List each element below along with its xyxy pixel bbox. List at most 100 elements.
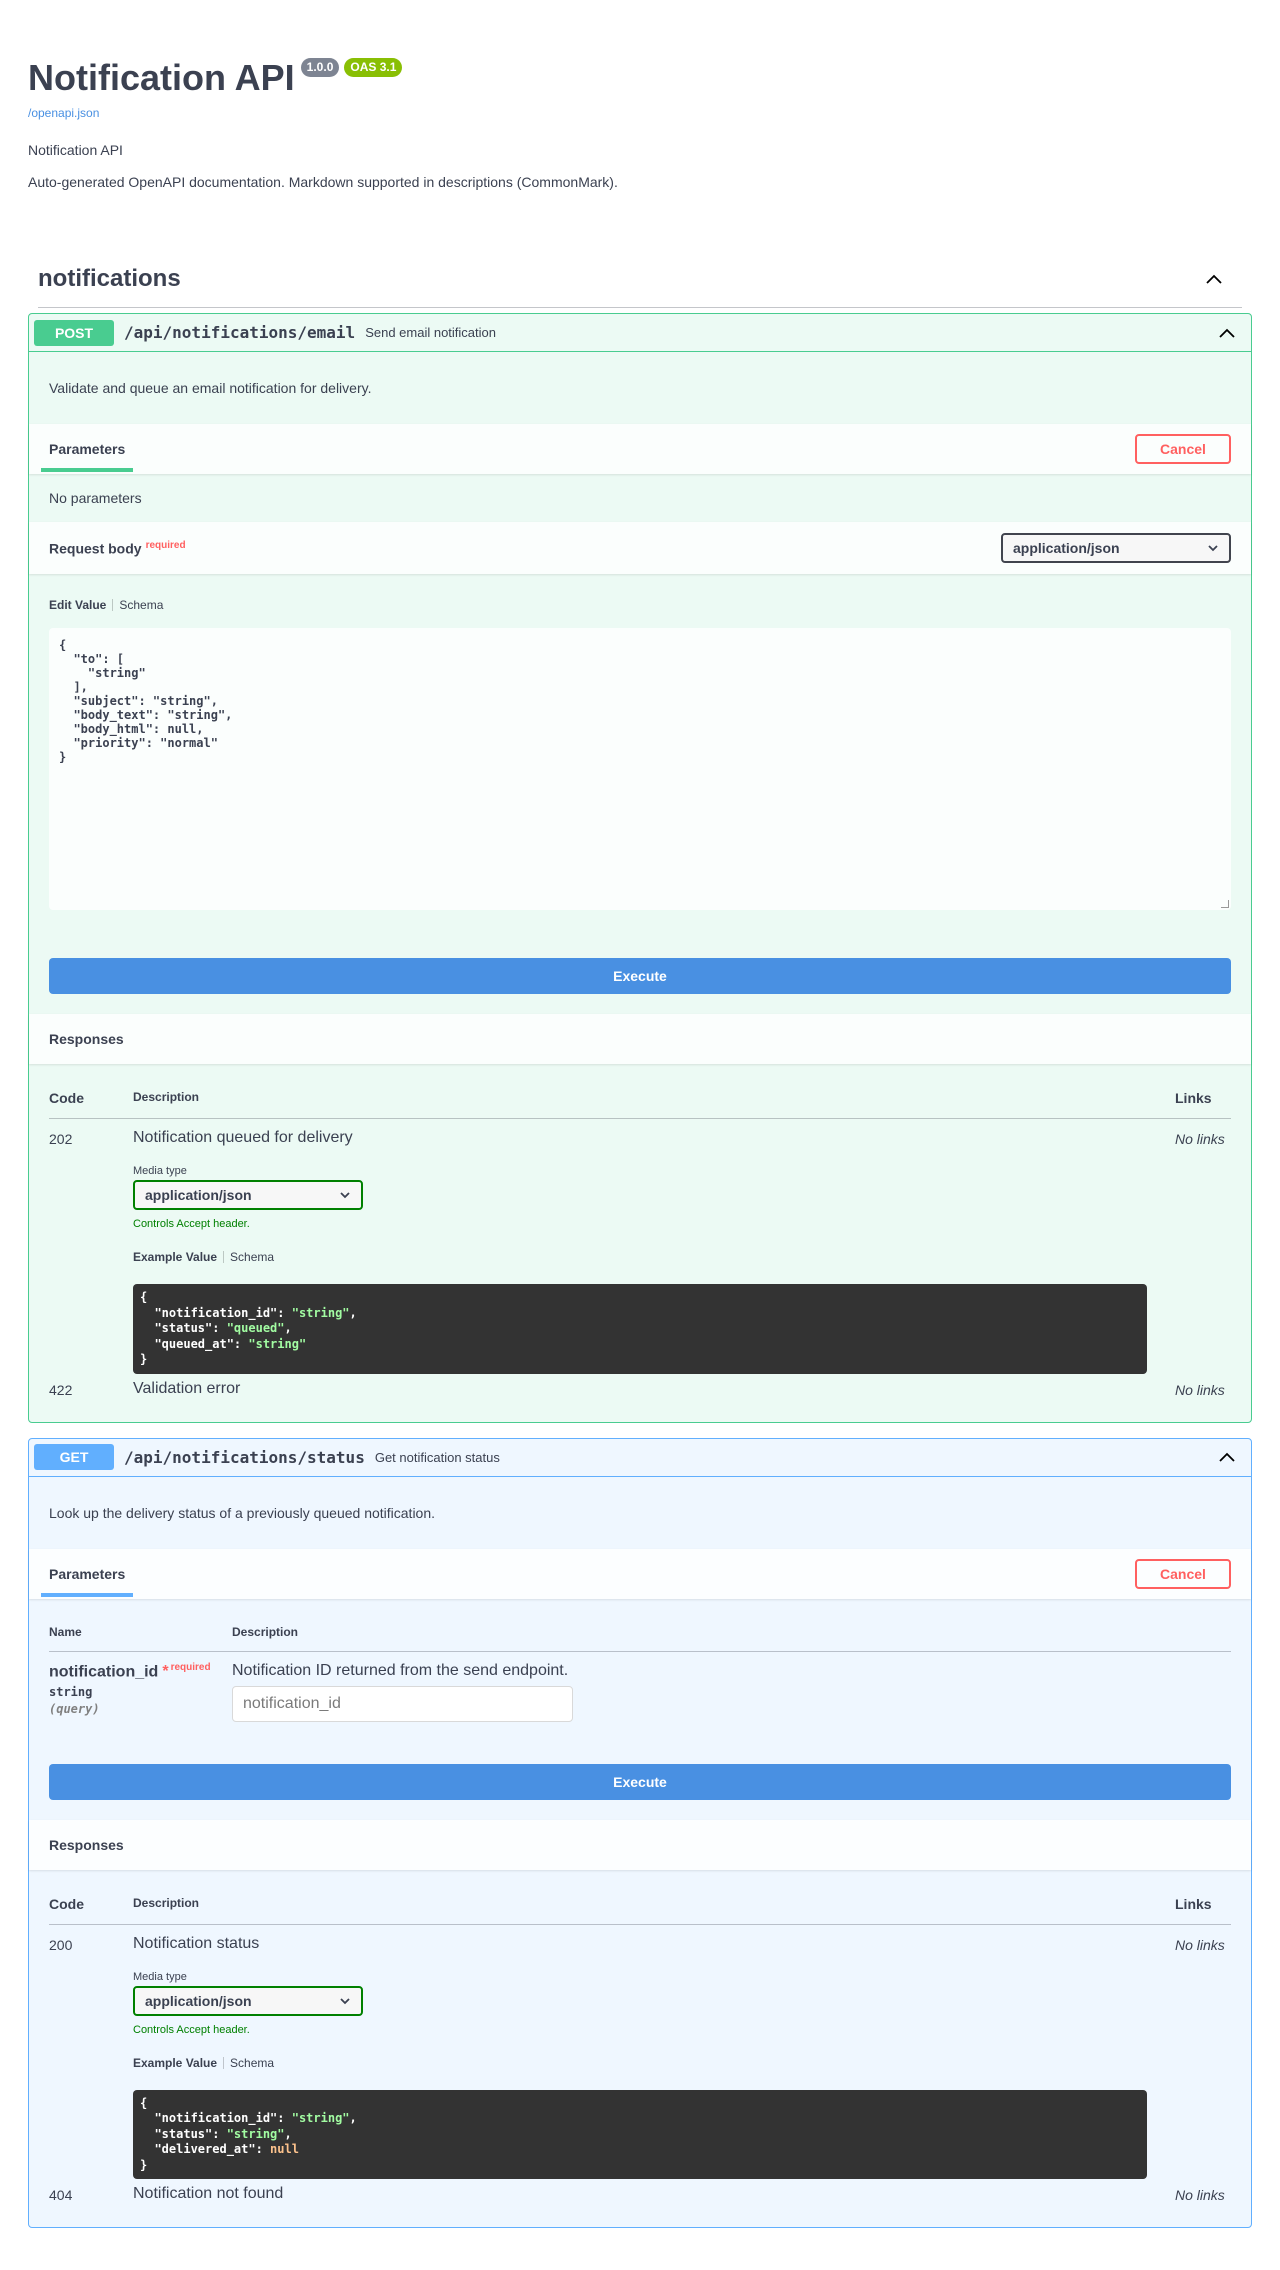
chevron-down-icon — [340, 1997, 350, 2004]
endpoint-path[interactable]: /api/notifications/email — [114, 323, 365, 342]
responses-table-header: Code Description Links — [49, 1896, 1231, 1925]
response-description-cell: Notification not found — [133, 2185, 1175, 2203]
code-line: "delivered_at": null — [140, 2142, 1140, 2158]
version-badge: 1.0.0 — [300, 58, 340, 77]
chevron-up-icon[interactable] — [1216, 322, 1238, 344]
endpoint-path[interactable]: /api/notifications/status — [114, 1448, 375, 1467]
code-key: "notification_id": — [140, 1305, 292, 1320]
response-description: Notification status — [133, 1934, 260, 1952]
code-key: } — [140, 2157, 148, 2172]
api-description: Auto-generated OpenAPI documentation. Ma… — [28, 174, 618, 190]
parameter-description-cell: Notification ID returned from the send e… — [232, 1662, 573, 1722]
opblock-summary[interactable]: POST /api/notifications/email Send email… — [29, 314, 1251, 352]
response-code: 200 — [49, 1936, 73, 1953]
code-key: "status": — [140, 1321, 227, 1335]
required-mark: required — [145, 539, 186, 551]
code-value: "string" — [248, 1336, 307, 1351]
tab-underline — [41, 1592, 134, 1597]
parameter-type: string — [49, 1684, 93, 1699]
col-links: Links — [1175, 1895, 1212, 1912]
cancel-button[interactable]: Cancel — [1135, 1558, 1231, 1589]
parameter-row-notification-id: notification_id * required string (query) … — [49, 1652, 1231, 1722]
col-name: Name — [49, 1624, 82, 1639]
tag-header-notifications[interactable]: notifications — [38, 250, 1242, 308]
code-line: "status": "queued", — [140, 1321, 1140, 1337]
code-value: null — [270, 2142, 299, 2156]
code-line: "notification_id": "string", — [140, 1306, 1140, 1322]
code-key: "queued_at": — [140, 1336, 249, 1351]
tab-edit-value[interactable]: Edit Value — [49, 598, 106, 612]
code-punct: , — [284, 2126, 292, 2141]
responses-table: Code Description Links 202 Notification … — [29, 1064, 1251, 1422]
parameters-table: Name Description notification_id * require… — [29, 1599, 1251, 1722]
tab-parameters[interactable]: Parameters — [41, 1549, 134, 1599]
tab-parameters[interactable]: Parameters — [41, 424, 134, 474]
response-links: No links — [1175, 1381, 1225, 1398]
code-value: "string" — [291, 1305, 350, 1320]
required-label: required — [170, 1661, 211, 1673]
tag-title: notifications — [38, 264, 181, 292]
tab-separator — [223, 1251, 225, 1263]
code-value: "string" — [226, 2126, 285, 2141]
chevron-down-icon — [340, 1192, 350, 1199]
response-links: No links — [1175, 2187, 1225, 2203]
controls-accept-note: Controls Accept header. — [133, 2023, 250, 2036]
opblock-summary[interactable]: GET /api/notifications/status Get notifi… — [29, 1439, 1251, 1477]
tab-parameters-label: Parameters — [49, 441, 126, 457]
tab-schema[interactable]: Schema — [119, 598, 163, 612]
response-links: No links — [1175, 1936, 1225, 1953]
tab-example-schema[interactable]: Schema — [230, 1250, 274, 1264]
response-code: 422 — [49, 1381, 73, 1398]
spec-link[interactable]: /openapi.json — [28, 106, 1252, 120]
col-description: Description — [133, 1895, 200, 1910]
cancel-button[interactable]: Cancel — [1135, 434, 1231, 464]
title-row: Notification API 1.0.0 OAS 3.1 — [28, 56, 1252, 100]
media-type-select[interactable]: application/json — [133, 1985, 363, 2016]
oas-badge: OAS 3.1 — [344, 58, 403, 77]
response-description-cell: Notification queued for delivery Media t… — [133, 1129, 1175, 1374]
tab-separator — [223, 2056, 225, 2069]
code-line: "queued_at": "string" — [140, 1337, 1140, 1353]
operation-description: Validate and queue an email notification… — [49, 380, 372, 396]
parameter-name-text: notification_id — [49, 1662, 159, 1680]
request-body-json: { "to": [ "string" ], "subject": "string… — [59, 638, 233, 764]
parameter-name-cell: notification_id * required string (query) — [49, 1662, 232, 1722]
code-line: "status": "string", — [140, 2127, 1140, 2143]
response-links: No links — [1175, 1131, 1225, 1147]
tab-example-value[interactable]: Example Value — [133, 2056, 217, 2070]
operation-description: Look up the delivery status of a previou… — [49, 1504, 436, 1521]
response-description: Validation error — [133, 1379, 241, 1397]
resize-handle[interactable] — [1221, 900, 1229, 908]
media-type-value: application/json — [145, 1187, 252, 1203]
media-type-value: application/json — [145, 1992, 252, 2009]
chevron-down-icon — [1208, 545, 1218, 552]
no-parameters-text: No parameters — [49, 490, 142, 506]
code-key: { — [140, 2095, 148, 2110]
code-key: { — [140, 1290, 148, 1304]
request-body-editor[interactable]: { "to": [ "string" ], "subject": "string… — [49, 628, 1231, 910]
responses-header: Responses — [29, 1014, 1251, 1064]
code-punct: , — [349, 1305, 357, 1320]
chevron-up-icon[interactable] — [1216, 1446, 1238, 1468]
code-key: "delivered_at": — [140, 2142, 271, 2156]
chevron-up-icon[interactable] — [1204, 269, 1224, 289]
code-key: "notification_id": — [140, 2111, 292, 2125]
col-code: Code — [49, 1895, 84, 1912]
response-description: Notification not found — [133, 2185, 284, 2202]
code-punct: , — [284, 1321, 292, 1335]
response-description-cell: Notification status Media type applicati… — [133, 1934, 1175, 2179]
tab-example-value[interactable]: Example Value — [133, 1250, 217, 1264]
notification-id-input[interactable] — [232, 1685, 573, 1722]
content-type-value: application/json — [1013, 540, 1120, 556]
tab-underline — [41, 468, 134, 472]
media-type-select[interactable]: application/json — [133, 1180, 363, 1210]
response-description-cell: Validation error — [133, 1380, 1175, 1398]
execute-button[interactable]: Execute — [49, 958, 1231, 994]
execute-button[interactable]: Execute — [49, 1763, 1231, 1800]
body-param: Edit Value Schema { "to": [ "string" ], … — [29, 574, 1251, 910]
controls-accept-note: Controls Accept header. — [133, 1218, 250, 1230]
body-tabs: Edit Value Schema — [49, 598, 1231, 612]
code-line: { — [140, 1290, 1140, 1306]
tab-example-schema[interactable]: Schema — [230, 2056, 274, 2070]
content-type-select[interactable]: application/json — [1001, 533, 1231, 563]
